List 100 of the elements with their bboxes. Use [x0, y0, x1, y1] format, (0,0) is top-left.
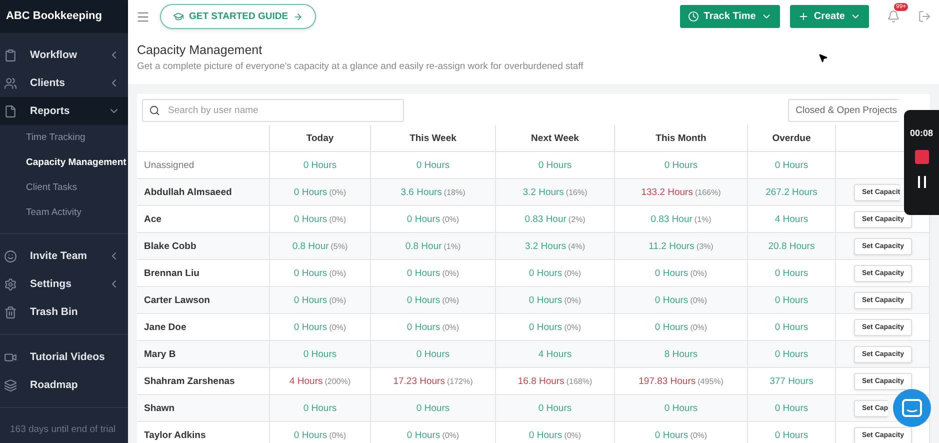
stack-icon	[4, 378, 17, 392]
page-subtitle: Get a complete picture of everyone's capacity at a glance and easily re-assign work for overburdened staff	[137, 61, 584, 72]
hours-cell: 0 Hours (0%)	[615, 287, 748, 314]
user-name-cell: Shawn	[137, 395, 270, 422]
hours-cell: 0.83 Hour (2%)	[496, 206, 615, 233]
page-title: Capacity Management	[137, 43, 264, 57]
sidebar-item[interactable]: Reports	[0, 97, 128, 125]
hours-cell: 8 Hours	[615, 341, 748, 368]
mouse-cursor-icon	[818, 53, 828, 63]
sidebar-item[interactable]: Settings	[0, 270, 128, 298]
hours-cell: 0 Hours	[748, 314, 836, 341]
hours-cell: 17.23 Hours (172%)	[371, 368, 496, 395]
sidebar-subitem[interactable]: Time Tracking	[0, 125, 128, 150]
hours-cell: 0 Hours	[371, 341, 496, 368]
sidebar-item[interactable]: Roadmap	[0, 371, 128, 399]
hours-cell: 0 Hours (0%)	[270, 314, 371, 341]
search-icon	[149, 104, 160, 116]
user-name-cell: Mary B	[137, 341, 270, 368]
clock-icon	[688, 11, 699, 22]
hours-cell: 4 Hours	[748, 206, 836, 233]
user-name-cell: Carter Lawson	[137, 287, 270, 314]
hours-cell: 0 Hours (0%)	[270, 179, 371, 206]
hours-cell: 0 Hours	[496, 152, 615, 179]
user-name-cell: Shahram Zarshenas	[137, 368, 270, 395]
hours-cell: 0.8 Hour (1%)	[371, 233, 496, 260]
hours-cell: 4 Hours (200%)	[270, 368, 371, 395]
hours-cell: 0 Hours	[371, 395, 496, 422]
hours-cell: 0 Hours	[496, 395, 615, 422]
hours-cell: 0 Hours (0%)	[496, 287, 615, 314]
sidebar-subitem[interactable]: Team Activity	[0, 200, 128, 225]
user-name-cell: Jane Doe	[137, 314, 270, 341]
hours-cell: 0.8 Hour (5%)	[270, 233, 371, 260]
hours-cell: 0 Hours	[615, 395, 748, 422]
hours-cell: 0 Hours (0%)	[615, 260, 748, 287]
users-icon	[4, 76, 17, 90]
hours-cell: 20.8 Hours	[748, 233, 836, 260]
pause-icon[interactable]	[916, 176, 926, 188]
sidebar-item[interactable]: Trash Bin	[0, 298, 128, 326]
hours-cell: 0 Hours	[270, 341, 371, 368]
user-name-cell: Brennan Liu	[137, 260, 270, 287]
hours-cell: 3.2 Hours (4%)	[496, 233, 615, 260]
brand-name: ABC Bookkeeping	[0, 0, 128, 33]
hours-cell: 3.6 Hours (18%)	[371, 179, 496, 206]
video-camera-icon	[4, 350, 17, 364]
logout-icon[interactable]	[918, 10, 931, 23]
notification-bell-icon[interactable]	[887, 10, 900, 23]
hours-cell: 0 Hours	[748, 341, 836, 368]
hours-cell: 0 Hours	[615, 152, 748, 179]
menu-icon[interactable]	[136, 10, 150, 24]
user-name-cell: Ace	[137, 206, 270, 233]
hours-cell: 377 Hours	[748, 368, 836, 395]
hours-cell: 0 Hours	[270, 152, 371, 179]
user-name-cell: Blake Cobb	[137, 233, 270, 260]
hours-cell: 0 Hours	[748, 260, 836, 287]
plus-icon	[798, 11, 809, 22]
hours-cell: 197.83 Hours (495%)	[615, 368, 748, 395]
stop-icon[interactable]	[914, 150, 928, 164]
create-button[interactable]: Create	[790, 5, 869, 28]
chat-icon	[902, 399, 922, 417]
graduation-cap-icon	[173, 11, 184, 22]
user-name-cell: Abdullah Almsaeed	[137, 179, 270, 206]
hours-cell: 0.83 Hour (1%)	[615, 206, 748, 233]
hours-cell: 0 Hours (0%)	[496, 314, 615, 341]
hours-cell: 0 Hours	[270, 395, 371, 422]
hours-cell: 133.2 Hours (166%)	[615, 179, 748, 206]
document-icon	[4, 104, 17, 118]
hours-cell: 0 Hours	[748, 152, 836, 179]
arrow-right-icon	[293, 12, 304, 22]
projects-dropdown[interactable]: Closed & Open Projects	[788, 98, 899, 122]
track-time-button[interactable]: Track Time	[680, 5, 780, 28]
sidebar-subitem[interactable]: Client Tasks	[0, 175, 128, 200]
sidebar-subitem[interactable]: Capacity Management	[0, 150, 128, 175]
clipboard-icon	[4, 48, 17, 62]
smiley-icon	[4, 250, 17, 262]
hours-cell: 0 Hours	[748, 395, 836, 422]
hours-cell: 0 Hours (0%)	[371, 260, 496, 287]
hours-cell: 3.2 Hours (16%)	[496, 179, 615, 206]
hours-cell: 0 Hours (0%)	[371, 206, 496, 233]
hours-cell: 11.2 Hours (3%)	[615, 233, 748, 260]
hours-cell: 0 Hours (0%)	[615, 314, 748, 341]
search-field[interactable]: Search by user name	[142, 98, 404, 122]
sidebar-item[interactable]: Clients	[0, 69, 128, 97]
hours-cell: 0 Hours	[371, 152, 496, 179]
hours-cell: 0 Hours (0%)	[270, 206, 371, 233]
hours-cell: 267.2 Hours	[748, 179, 836, 206]
user-name-cell: Unassigned	[137, 152, 270, 179]
settings-icon	[4, 278, 17, 290]
sidebar-item[interactable]: Workflow	[0, 41, 128, 69]
hours-cell: 0 Hours (0%)	[496, 260, 615, 287]
sidebar-item[interactable]: Tutorial Videos	[0, 343, 128, 371]
hours-cell: 4 Hours	[496, 341, 615, 368]
hours-cell: 0 Hours (0%)	[270, 287, 371, 314]
trash-icon	[4, 306, 17, 318]
hours-cell: 0 Hours (0%)	[371, 314, 496, 341]
sidebar-item[interactable]: Invite Team	[0, 242, 128, 270]
hours-cell: 0 Hours	[748, 287, 836, 314]
hours-cell: 0 Hours (0%)	[270, 260, 371, 287]
hours-cell: 0 Hours (0%)	[371, 287, 496, 314]
hours-cell: 16.8 Hours (168%)	[496, 368, 615, 395]
recording-time: 00:08	[910, 128, 934, 138]
